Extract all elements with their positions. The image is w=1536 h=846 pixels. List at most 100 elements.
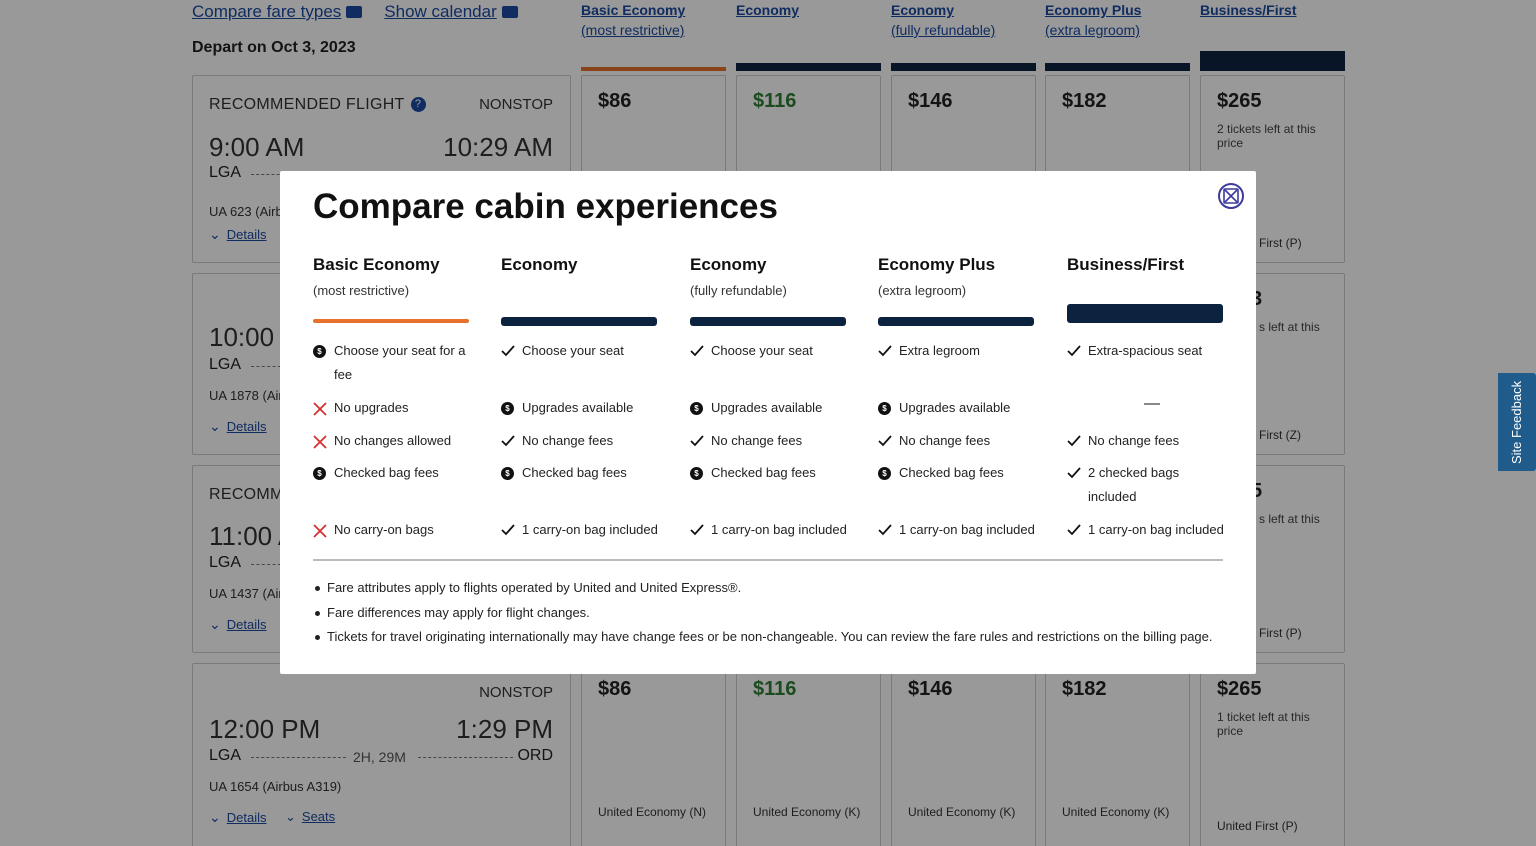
- cabin-bar: [878, 317, 1034, 326]
- cabin-column: Economy (fully refundable) Choose your sea…: [690, 255, 847, 555]
- feature-text: 1 carry-on bag included: [711, 522, 847, 537]
- feature-text: Upgrades available: [522, 400, 634, 415]
- cabin-name: Economy: [690, 255, 767, 274]
- fare-notes: Fare attributes apply to flights operate…: [313, 578, 1213, 652]
- feature-text: No changes allowed: [334, 433, 452, 448]
- feature-row: No change fees: [1067, 429, 1224, 453]
- feature-row: No change fees: [878, 429, 1035, 453]
- divider: [313, 559, 1223, 561]
- feature-text: No upgrades: [334, 400, 409, 415]
- feature-row: 1 carry-on bag included: [501, 518, 658, 542]
- cabin-bar: [313, 319, 469, 323]
- cabin-subtitle: [1067, 283, 1224, 303]
- check-icon: [878, 339, 899, 363]
- check-icon: [690, 339, 711, 363]
- feature-row: No upgrades: [313, 396, 470, 420]
- feature-row: $ Checked bag fees: [878, 461, 1035, 485]
- cabin-column: Economy Plus (extra legroom) Extra legroom…: [878, 255, 1035, 555]
- feature-row: $ Upgrades available: [690, 396, 847, 420]
- cabin-subtitle: (fully refundable): [690, 283, 787, 298]
- feature-text: No change fees: [522, 433, 614, 448]
- feature-row: $ Checked bag fees: [690, 461, 847, 485]
- feature-row: Choose your seat: [501, 339, 658, 363]
- feature-row: $ Upgrades available: [501, 396, 658, 420]
- feature-text: Checked bag fees: [899, 465, 1004, 480]
- check-icon: [690, 429, 711, 453]
- dollar-icon: $: [878, 461, 899, 485]
- feature-row: No changes allowed: [313, 429, 470, 453]
- feature-row: 1 carry-on bag included: [690, 518, 847, 542]
- dollar-icon: $: [501, 396, 522, 420]
- x-icon: [313, 396, 334, 420]
- check-icon: [878, 518, 899, 542]
- check-icon: [501, 429, 522, 453]
- feature-text: Extra legroom: [899, 343, 980, 358]
- close-button[interactable]: [1218, 183, 1244, 209]
- feature-row: Extra legroom: [878, 339, 1035, 363]
- dollar-icon: $: [313, 461, 334, 485]
- note-item: Fare attributes apply to flights operate…: [313, 578, 1213, 603]
- feature-row: No change fees: [501, 429, 658, 453]
- dollar-icon: $: [878, 396, 899, 420]
- feature-text: No change fees: [899, 433, 991, 448]
- dollar-icon: $: [690, 461, 711, 485]
- dash-icon: [1144, 403, 1160, 405]
- dollar-icon: $: [690, 396, 711, 420]
- check-icon: [1067, 518, 1088, 542]
- feature-text: Checked bag fees: [522, 465, 627, 480]
- feature-text: Choose your seat: [711, 343, 813, 358]
- feature-text: Upgrades available: [899, 400, 1011, 415]
- close-icon: [1223, 188, 1239, 204]
- feature-text: Choose your seat: [522, 343, 624, 358]
- feature-text: Checked bag fees: [711, 465, 816, 480]
- x-icon: [313, 429, 334, 453]
- feature-row: $ Checked bag fees: [501, 461, 658, 485]
- cabin-column: Business/First Extra-spacious seat No chan…: [1067, 255, 1224, 555]
- note-item: Fare differences may apply for flight ch…: [313, 603, 1213, 628]
- feature-text: No carry-on bags: [334, 522, 434, 537]
- dollar-icon: $: [313, 339, 334, 387]
- feature-text: No change fees: [711, 433, 803, 448]
- cabin-bar: [690, 317, 846, 326]
- cabin-name: Basic Economy: [313, 255, 440, 274]
- feature-row: No carry-on bags: [313, 518, 470, 542]
- check-icon: [501, 339, 522, 363]
- check-icon: [690, 518, 711, 542]
- feature-text: 1 carry-on bag included: [899, 522, 1035, 537]
- cabin-column: Economy Choose your seat $ Upgrades availab…: [501, 255, 658, 555]
- check-icon: [1067, 339, 1088, 363]
- feature-text: 2 checked bags included: [1088, 465, 1180, 504]
- feature-row: 2 checked bags included: [1067, 461, 1224, 509]
- check-icon: [1067, 429, 1088, 453]
- feature-text: Choose your seat for a fee: [334, 343, 466, 382]
- feature-row: $ Upgrades available: [878, 396, 1035, 420]
- x-icon: [313, 518, 334, 542]
- feature-text: 1 carry-on bag included: [1088, 522, 1224, 537]
- cabin-subtitle: [501, 283, 658, 303]
- feature-row: $ Checked bag fees: [313, 461, 470, 485]
- feature-text: Upgrades available: [711, 400, 823, 415]
- site-feedback-tab[interactable]: Site Feedback: [1498, 373, 1536, 471]
- cabin-subtitle: (extra legroom): [878, 283, 967, 298]
- cabin-name: Economy Plus: [878, 255, 996, 274]
- cabin-subtitle: (most restrictive): [313, 283, 410, 298]
- feature-row: 1 carry-on bag included: [878, 518, 1035, 542]
- check-icon: [501, 518, 522, 542]
- modal-title: Compare cabin experiences: [313, 187, 778, 226]
- feature-text: Checked bag fees: [334, 465, 439, 480]
- feature-row: Extra-spacious seat: [1067, 339, 1224, 363]
- cabin-name: Economy: [501, 255, 578, 274]
- feature-text: No change fees: [1088, 433, 1180, 448]
- note-item: Tickets for travel originating internati…: [313, 627, 1213, 652]
- compare-cabin-modal: Compare cabin experiences Basic Economy (…: [280, 171, 1256, 674]
- check-icon: [1067, 461, 1088, 509]
- feature-row: No change fees: [690, 429, 847, 453]
- cabin-bar: [1067, 304, 1223, 323]
- cabin-column: Basic Economy (most restrictive) $ Choose y…: [313, 255, 470, 555]
- cabin-bar: [501, 317, 657, 326]
- feature-row: 1 carry-on bag included: [1067, 518, 1224, 542]
- feature-text: Extra-spacious seat: [1088, 343, 1203, 358]
- feature-text: 1 carry-on bag included: [522, 522, 658, 537]
- feature-row: $ Choose your seat for a fee: [313, 339, 470, 387]
- feature-row: Choose your seat: [690, 339, 847, 363]
